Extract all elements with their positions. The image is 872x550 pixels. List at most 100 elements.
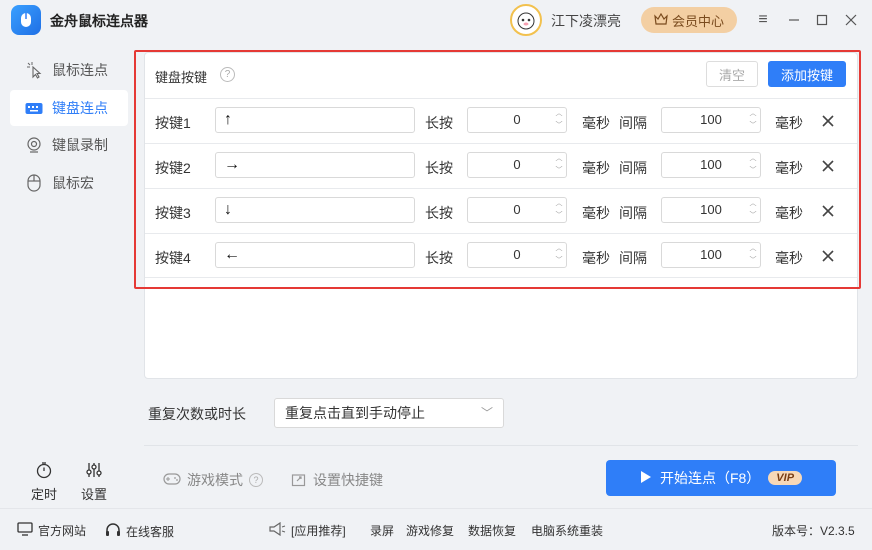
minimize-icon[interactable] — [784, 10, 804, 30]
unit-label: 毫秒 — [582, 205, 610, 221]
unit-label: 毫秒 — [775, 205, 803, 221]
press-duration-stepper[interactable]: 0 ︿ ﹀ — [467, 107, 567, 133]
headset-icon — [105, 522, 121, 541]
press-value: 0 — [513, 157, 521, 172]
stepper-arrows-icon[interactable]: ︿ ﹀ — [748, 200, 758, 220]
monitor-icon — [17, 522, 33, 539]
mouse-icon — [24, 173, 44, 193]
unit-label: 毫秒 — [775, 115, 803, 131]
interval-stepper[interactable]: 100 ︿ ﹀ — [661, 197, 761, 223]
click-icon — [24, 60, 44, 80]
press-duration-stepper[interactable]: 0 ︿ ﹀ — [467, 152, 567, 178]
press-value: 0 — [513, 112, 521, 127]
sidebar-item-label: 键盘连点 — [52, 100, 108, 116]
settings-label: 设置 — [80, 487, 107, 502]
interval-stepper[interactable]: 100 ︿ ﹀ — [661, 152, 761, 178]
timer-icon — [24, 460, 64, 480]
unit-label: 毫秒 — [582, 250, 610, 266]
online-service-link[interactable]: 在线客服 — [105, 522, 174, 541]
stepper-arrows-icon[interactable]: ︿ ﹀ — [748, 110, 758, 130]
stepper-arrows-icon[interactable]: ︿ ﹀ — [748, 245, 758, 265]
interval-stepper[interactable]: 100 ︿ ﹀ — [661, 107, 761, 133]
key-name: 按键2 — [155, 160, 191, 176]
unit-label: 毫秒 — [582, 160, 610, 176]
settings-button[interactable]: 设置 — [74, 460, 114, 503]
keyboard-icon — [24, 98, 44, 118]
interval-stepper[interactable]: 100 ︿ ﹀ — [661, 242, 761, 268]
game-mode-label: 游戏模式 — [187, 472, 243, 488]
service-label: 在线客服 — [126, 525, 175, 539]
sidebar-item-mouse-macro[interactable]: 鼠标宏 — [10, 165, 128, 201]
footer-link-data-recovery[interactable]: 数据恢复 — [468, 522, 516, 539]
sidebar-item-keyboard-click[interactable]: 键盘连点 — [10, 90, 128, 126]
press-label: 长按 — [425, 205, 453, 221]
sidebar-item-record[interactable]: 键鼠录制 — [10, 127, 128, 163]
sidebar-item-mouse-click[interactable]: 鼠标连点 — [10, 52, 128, 88]
repeat-mode-value: 重复点击直到手动停止 — [285, 405, 425, 421]
stepper-arrows-icon[interactable]: ︿ ﹀ — [554, 155, 564, 175]
footer-link-system-reinstall[interactable]: 电脑系统重装 — [531, 522, 603, 539]
start-label: 开始连点（F8） — [659, 470, 761, 486]
interval-label: 间隔 — [619, 205, 647, 221]
stepper-arrows-icon[interactable]: ︿ ﹀ — [554, 200, 564, 220]
press-label: 长按 — [425, 160, 453, 176]
sidebar-item-label: 鼠标连点 — [52, 62, 108, 78]
key-row: 按键3 ↓ 长按 0 ︿ ﹀ 毫秒 间隔 100 ︿ ﹀ 毫秒 — [145, 188, 857, 233]
press-duration-stepper[interactable]: 0 ︿ ﹀ — [467, 197, 567, 223]
app-logo-icon — [11, 5, 41, 35]
sidebar-item-label: 鼠标宏 — [52, 175, 94, 191]
clear-button[interactable]: 清空 — [706, 61, 758, 87]
official-website-link[interactable]: 官方网站 — [17, 522, 86, 539]
delete-icon[interactable] — [820, 246, 836, 266]
delete-icon[interactable] — [820, 111, 836, 131]
menu-icon[interactable]: ≡ — [753, 10, 773, 30]
repeat-mode-select[interactable]: 重复点击直到手动停止 ﹀ — [274, 398, 504, 428]
key-row: 按键1 ↑ 长按 0 ︿ ﹀ 毫秒 间隔 100 ︿ ﹀ 毫秒 — [145, 98, 857, 143]
press-value: 0 — [513, 202, 521, 217]
key-row: 按键4 ← 长按 0 ︿ ﹀ 毫秒 间隔 100 ︿ ﹀ 毫秒 — [145, 233, 857, 278]
recommend-label: [应用推荐] — [291, 524, 346, 538]
hotkey-settings-button[interactable]: 设置快捷键 — [291, 470, 383, 490]
user-avatar[interactable] — [510, 4, 542, 36]
help-icon[interactable]: ? — [249, 473, 263, 487]
stepper-arrows-icon[interactable]: ︿ ﹀ — [554, 110, 564, 130]
unit-label: 毫秒 — [775, 160, 803, 176]
timer-button[interactable]: 定时 — [24, 460, 64, 503]
key-input[interactable]: ← — [215, 242, 415, 268]
key-input[interactable]: ↑ — [215, 107, 415, 133]
key-input[interactable]: ↓ — [215, 197, 415, 223]
chevron-down-icon: ﹀ — [480, 406, 493, 420]
press-label: 长按 — [425, 115, 453, 131]
footer-link-game-repair[interactable]: 游戏修复 — [406, 522, 454, 539]
maximize-icon[interactable] — [812, 10, 832, 30]
hotkey-label: 设置快捷键 — [313, 472, 383, 488]
divider — [144, 445, 858, 446]
timer-label: 定时 — [30, 487, 57, 502]
vip-center-label: 会员中心 — [671, 13, 724, 29]
play-icon — [640, 470, 652, 487]
close-icon[interactable] — [841, 10, 861, 30]
stepper-arrows-icon[interactable]: ︿ ﹀ — [748, 155, 758, 175]
user-name[interactable]: 江下凌漂亮 — [551, 11, 621, 31]
add-key-button[interactable]: 添加按键 — [768, 61, 846, 87]
interval-value: 100 — [700, 157, 722, 172]
unit-label: 毫秒 — [775, 250, 803, 266]
help-icon[interactable]: ? — [220, 67, 235, 82]
settings-icon — [74, 460, 114, 480]
footer: 官方网站 在线客服 [应用推荐] 录屏 游戏修复 数据恢复 电脑系统重装 版本号… — [0, 508, 872, 550]
key-name: 按键1 — [155, 115, 191, 131]
stepper-arrows-icon[interactable]: ︿ ﹀ — [554, 245, 564, 265]
press-duration-stepper[interactable]: 0 ︿ ﹀ — [467, 242, 567, 268]
delete-icon[interactable] — [820, 156, 836, 176]
key-name: 按键4 — [155, 250, 191, 266]
delete-icon[interactable] — [820, 201, 836, 221]
footer-link-screen-record[interactable]: 录屏 — [370, 522, 394, 539]
interval-value: 100 — [700, 247, 722, 262]
sidebar-item-label: 键鼠录制 — [52, 137, 108, 153]
key-input[interactable]: → — [215, 152, 415, 178]
start-clicking-button[interactable]: 开始连点（F8） VIP — [606, 460, 836, 496]
game-mode-toggle[interactable]: 游戏模式 ? — [163, 470, 263, 490]
app-title: 金舟鼠标连点器 — [50, 13, 148, 29]
vip-center-button[interactable]: 会员中心 — [641, 7, 737, 33]
panel-title: 键盘按键 — [155, 70, 208, 85]
